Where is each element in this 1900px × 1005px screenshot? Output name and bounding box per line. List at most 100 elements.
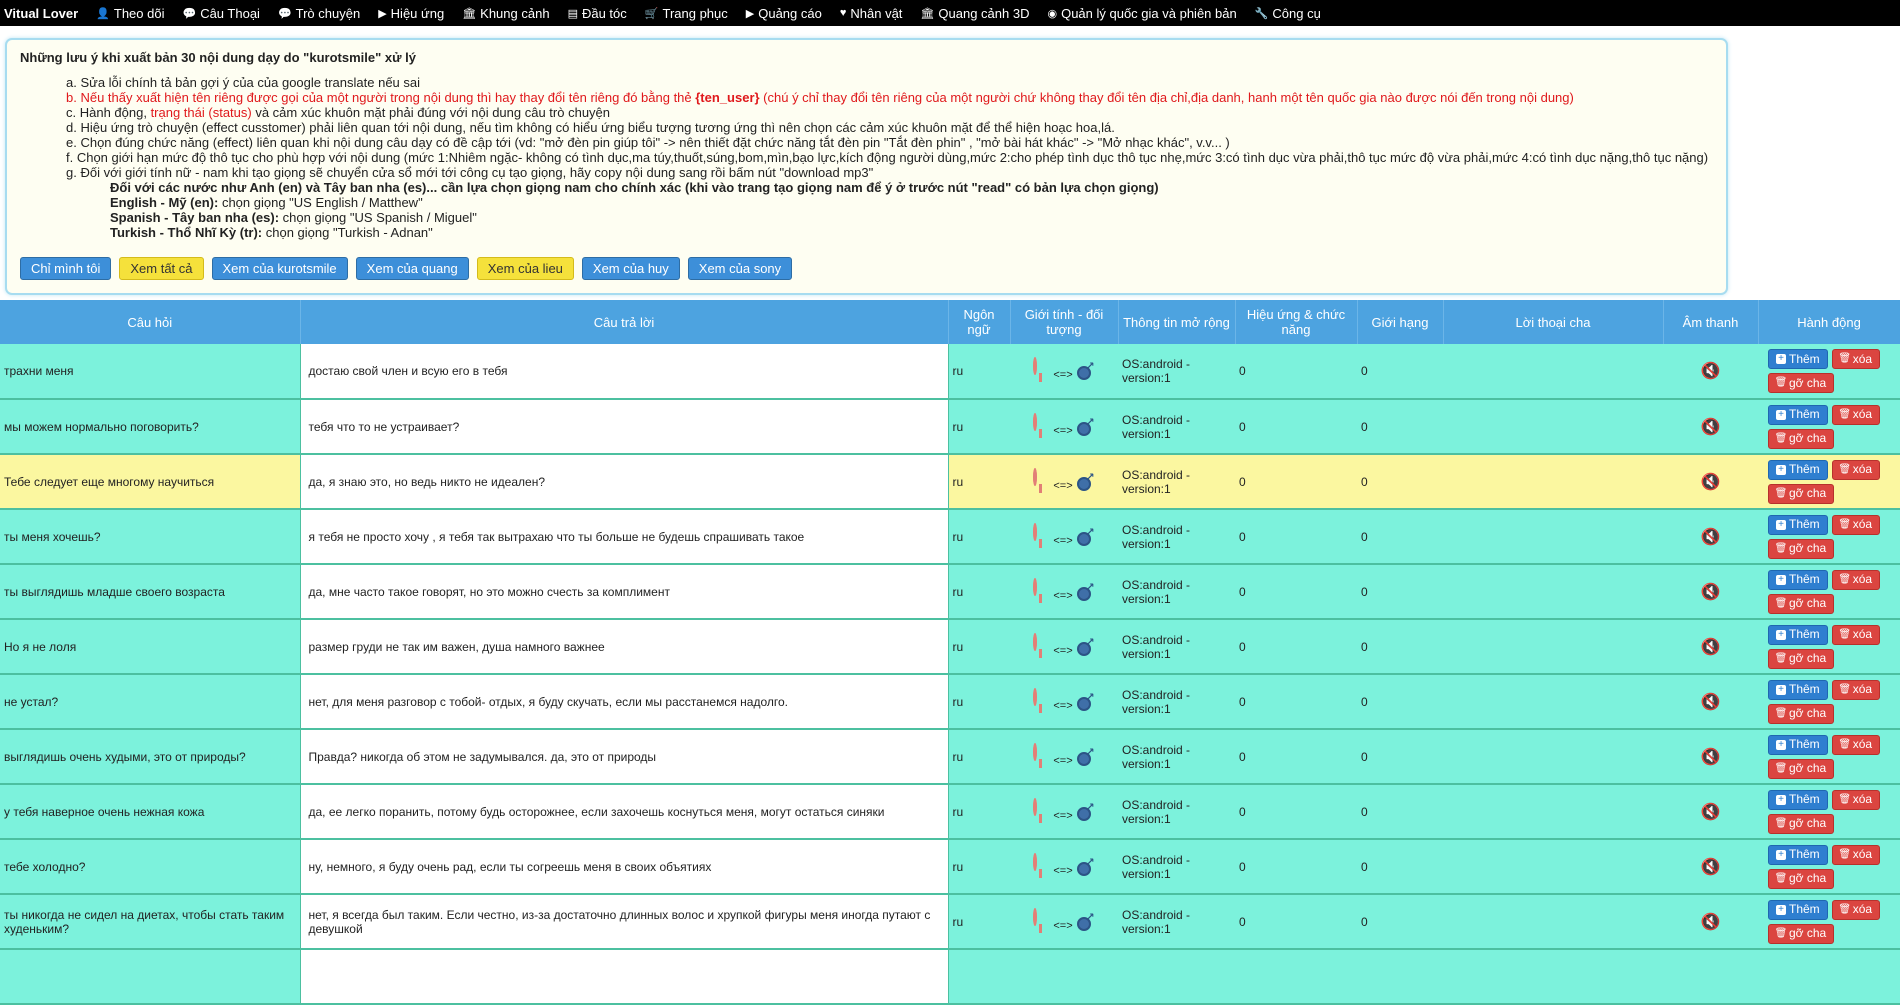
remove-parent-button[interactable]: 🗑 gỡ cha: [1768, 428, 1835, 449]
nav-item-4[interactable]: 🏛 Khung cảnh: [462, 6, 549, 21]
table-row[interactable]: Но я не лоля размер груди не так им важен…: [0, 619, 1900, 675]
answer-cell: да, ее легко поранить, потому будь остор…: [299, 784, 949, 840]
female-icon-stem: [1039, 868, 1043, 878]
nav-item-8[interactable]: ♥ Nhân vật: [840, 6, 903, 21]
nav-item-6[interactable]: 🛒 Trang phục: [645, 6, 728, 21]
nav-item-9[interactable]: 🏛 Quang cảnh 3D: [920, 6, 1029, 21]
filter-button-0[interactable]: Chỉ mình tôi: [20, 257, 112, 280]
notes-title: Những lưu ý khi xuất bản 30 nội dung dạy…: [20, 50, 416, 65]
table-row[interactable]: выглядишь очень худыми, это от природы? П…: [0, 729, 1900, 785]
table-row[interactable]: ты меня хочешь? я тебя не просто хочу , я…: [0, 509, 1900, 565]
limit-cell: 0: [1357, 674, 1443, 730]
nav-item-5[interactable]: ▤ Đầu tóc: [568, 6, 627, 21]
remove-parent-button[interactable]: 🗑 gỡ cha: [1768, 483, 1835, 504]
delete-button[interactable]: 🗑 xóa: [1831, 734, 1881, 755]
nav-item-10[interactable]: ◉ Quản lý quốc gia và phiên bản: [1047, 6, 1236, 21]
add-button[interactable]: + Thêm: [1768, 679, 1828, 700]
nav-item-3[interactable]: ▶ Hiệu ứng: [378, 6, 444, 21]
table-row[interactable]: ты никогда не сидел на диетах, чтобы ста…: [0, 894, 1900, 950]
volume-mute-icon[interactable]: 🔇: [1701, 474, 1721, 491]
question-cell: ты выглядишь младше своего возраста: [0, 564, 300, 620]
female-icon: [1033, 797, 1049, 824]
filter-button-4[interactable]: Xem của lieu: [476, 257, 574, 280]
remove-parent-button[interactable]: 🗑 gỡ cha: [1768, 813, 1835, 834]
male-icon: ↗: [1076, 692, 1095, 711]
actions-cell: [1758, 949, 1900, 1005]
volume-mute-icon[interactable]: 🔇: [1701, 639, 1721, 656]
table-row[interactable]: трахни меня достаю свой член и всую его в…: [0, 344, 1900, 400]
delete-button[interactable]: 🗑 xóa: [1831, 349, 1881, 369]
trash-icon: 🗑: [1774, 487, 1788, 499]
male-icon: ↗: [1076, 802, 1095, 821]
add-button[interactable]: + Thêm: [1768, 404, 1828, 425]
volume-mute-icon[interactable]: 🔇: [1701, 859, 1721, 876]
nav-item-7[interactable]: ▶ Quảng cáo: [746, 6, 822, 21]
remove-parent-button[interactable]: 🗑 gỡ cha: [1768, 373, 1835, 393]
question-cell: Но я не лоля: [0, 619, 300, 675]
add-button[interactable]: + Thêm: [1768, 459, 1828, 480]
delete-button[interactable]: 🗑 xóa: [1831, 624, 1881, 645]
remove-parent-button[interactable]: 🗑 gỡ cha: [1768, 868, 1835, 889]
limit-cell: 0: [1357, 839, 1443, 895]
remove-parent-button[interactable]: 🗑 gỡ cha: [1768, 703, 1835, 724]
add-button[interactable]: + Thêm: [1768, 899, 1828, 920]
table-row[interactable]: не устал? нет, для меня разговор с тобой-…: [0, 674, 1900, 730]
trash-icon: 🗑: [1774, 707, 1788, 719]
table-row[interactable]: у тебя наверное очень нежная кожа да, ее …: [0, 784, 1900, 840]
volume-mute-icon[interactable]: 🔇: [1701, 363, 1721, 380]
plus-icon: +: [1776, 849, 1786, 860]
table-row[interactable]: мы можем нормально поговорить? тебя что т…: [0, 399, 1900, 455]
volume-mute-icon[interactable]: 🔇: [1701, 529, 1721, 546]
volume-mute-icon[interactable]: 🔇: [1701, 584, 1721, 601]
add-button[interactable]: + Thêm: [1768, 789, 1828, 810]
table-row[interactable]: Тебе следует еще многому научиться да, я …: [0, 454, 1900, 510]
female-icon-circle: [1033, 577, 1038, 596]
delete-button[interactable]: 🗑 xóa: [1831, 569, 1881, 590]
volume-mute-icon[interactable]: 🔇: [1701, 419, 1721, 436]
remove-parent-button[interactable]: 🗑 gỡ cha: [1768, 648, 1835, 669]
table-row[interactable]: [0, 949, 1900, 1005]
brand-logo[interactable]: Vitual Lover: [4, 6, 78, 21]
volume-mute-icon[interactable]: 🔇: [1701, 749, 1721, 766]
volume-mute-icon[interactable]: 🔇: [1701, 694, 1721, 711]
table-row[interactable]: тебе холодно? ну, немного, я буду очень р…: [0, 839, 1900, 895]
volume-mute-icon[interactable]: 🔇: [1701, 804, 1721, 821]
gender-pair: <=> ↗: [1014, 412, 1114, 439]
delete-button[interactable]: 🗑 xóa: [1831, 789, 1881, 810]
delete-button[interactable]: 🗑 xóa: [1831, 459, 1881, 480]
delete-button[interactable]: 🗑 xóa: [1831, 679, 1881, 700]
add-button[interactable]: + Thêm: [1768, 569, 1828, 590]
filter-button-1[interactable]: Xem tất cả: [119, 257, 204, 280]
filter-button-6[interactable]: Xem của sony: [687, 257, 793, 280]
trash-icon: 🗑: [1774, 762, 1788, 774]
remove-parent-button[interactable]: 🗑 gỡ cha: [1768, 538, 1835, 559]
user-icon: 👤: [96, 7, 110, 20]
table-row[interactable]: ты выглядишь младше своего возраста да, м…: [0, 564, 1900, 620]
action-row: + Thêm 🗑 xóa: [1768, 734, 1896, 755]
add-button[interactable]: + Thêm: [1768, 514, 1828, 535]
delete-button[interactable]: 🗑 xóa: [1831, 899, 1881, 920]
add-button[interactable]: + Thêm: [1768, 349, 1828, 369]
nav-item-1[interactable]: 💬 Câu Thoại: [182, 6, 259, 21]
remove-parent-button[interactable]: 🗑 gỡ cha: [1768, 593, 1835, 614]
remove-parent-button[interactable]: 🗑 gỡ cha: [1768, 758, 1835, 779]
delete-button-label: xóa: [1852, 682, 1873, 696]
action-row: 🗑 gỡ cha: [1768, 538, 1896, 559]
delete-button[interactable]: 🗑 xóa: [1831, 844, 1881, 865]
nav-item-11[interactable]: 🔧 Công cụ: [1255, 6, 1321, 21]
add-button[interactable]: + Thêm: [1768, 734, 1828, 755]
filter-button-5[interactable]: Xem của huy: [581, 257, 680, 280]
add-button[interactable]: + Thêm: [1768, 624, 1828, 645]
nav-item-0[interactable]: 👤 Theo dõi: [96, 6, 164, 21]
bank-icon: 🏛: [920, 7, 935, 20]
filter-button-3[interactable]: Xem của quang: [355, 257, 469, 280]
filter-button-2[interactable]: Xem của kurotsmile: [211, 257, 348, 280]
language-cell: ru: [948, 674, 1010, 730]
add-button[interactable]: + Thêm: [1768, 844, 1828, 865]
remove-parent-button[interactable]: 🗑 gỡ cha: [1768, 923, 1835, 944]
volume-mute-icon[interactable]: 🔇: [1701, 914, 1721, 931]
delete-button[interactable]: 🗑 xóa: [1831, 514, 1881, 535]
actions-cell: + Thêm 🗑 xóa 🗑 gỡ cha: [1758, 564, 1900, 620]
nav-item-2[interactable]: 💬 Trò chuyện: [278, 6, 360, 21]
delete-button[interactable]: 🗑 xóa: [1831, 404, 1881, 425]
